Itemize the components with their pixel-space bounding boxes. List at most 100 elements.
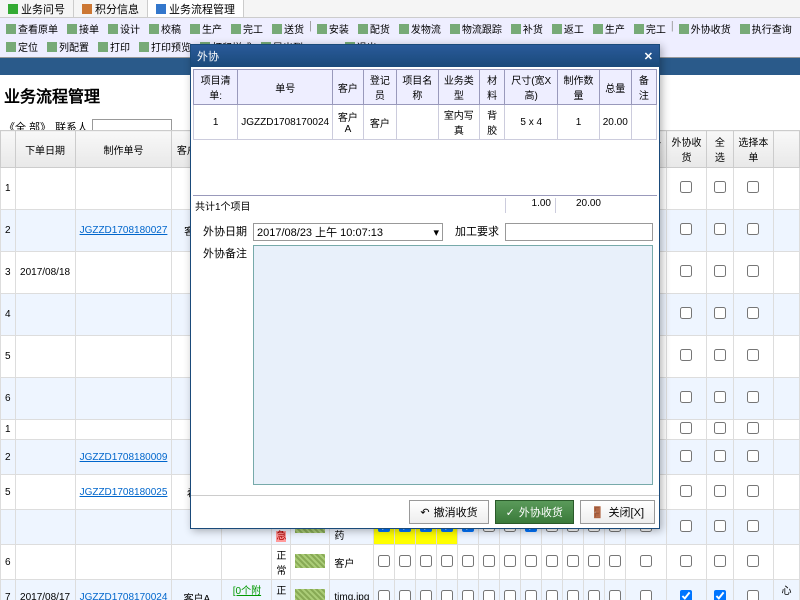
receive-chk[interactable]: [680, 555, 692, 567]
step-chk[interactable]: [609, 590, 621, 600]
step-chk[interactable]: [546, 590, 558, 600]
tb-7[interactable]: 安装: [313, 20, 353, 37]
select-row-chk[interactable]: [747, 391, 759, 403]
receive-chk[interactable]: [680, 307, 692, 319]
tb-0[interactable]: 查看原单: [2, 20, 62, 37]
tb-3[interactable]: 校稿: [145, 20, 185, 37]
receive-chk[interactable]: [680, 485, 692, 497]
select-row-chk[interactable]: [747, 223, 759, 235]
col-2[interactable]: 制作单号: [75, 131, 172, 168]
outsource-chk[interactable]: [640, 555, 652, 567]
step-chk[interactable]: [420, 555, 432, 567]
col-23[interactable]: 选择本单: [733, 131, 773, 168]
req-input[interactable]: [505, 223, 653, 241]
tb-9[interactable]: 发物流: [395, 20, 445, 37]
select-all-chk[interactable]: [714, 307, 726, 319]
step-chk[interactable]: [567, 590, 579, 600]
tb-1[interactable]: 接单: [63, 20, 103, 37]
step-chk[interactable]: [399, 555, 411, 567]
select-all-chk[interactable]: [714, 265, 726, 277]
select-all-chk[interactable]: [714, 391, 726, 403]
select-row-chk[interactable]: [747, 555, 759, 567]
step-chk[interactable]: [567, 555, 579, 567]
outsource-chk[interactable]: [640, 590, 652, 600]
date-combo[interactable]: 2017/08/23 上午 10:07:13 ▾: [253, 223, 443, 241]
receive-chk[interactable]: [680, 349, 692, 361]
tb-5[interactable]: 完工: [227, 20, 267, 37]
tb-15[interactable]: 外协收货: [675, 20, 735, 37]
select-all-chk[interactable]: [714, 349, 726, 361]
select-all-chk[interactable]: [714, 181, 726, 193]
btn-close[interactable]: 🚪关闭[X]: [580, 500, 655, 524]
select-row-chk[interactable]: [747, 265, 759, 277]
select-row-chk[interactable]: [747, 485, 759, 497]
order-link[interactable]: JGZZD1708180009: [80, 452, 168, 463]
tb-11[interactable]: 补货: [507, 20, 547, 37]
receive-chk[interactable]: [680, 590, 692, 600]
btn-cancel-receive[interactable]: ↶撤消收货: [409, 500, 488, 524]
select-all-chk[interactable]: [714, 223, 726, 235]
step-chk[interactable]: [420, 590, 432, 600]
step-chk[interactable]: [525, 590, 537, 600]
table-row[interactable]: 6正常客户: [1, 545, 800, 580]
tb-12[interactable]: 返工: [548, 20, 588, 37]
tab-workflow-mgmt[interactable]: 业务流程管理: [148, 0, 244, 17]
select-row-chk[interactable]: [747, 307, 759, 319]
col-1[interactable]: 下单日期: [15, 131, 75, 168]
select-all-chk[interactable]: [714, 450, 726, 462]
step-chk[interactable]: [483, 555, 495, 567]
tb-2[interactable]: 设计: [104, 20, 144, 37]
modal-titlebar[interactable]: 外协 ✕: [191, 45, 659, 67]
remark-textarea[interactable]: [253, 245, 653, 485]
table-row[interactable]: 72017/08/17JGZZD1708170024客户A[0个附件]正常tim…: [1, 580, 800, 600]
receive-chk[interactable]: [680, 223, 692, 235]
btn-confirm-receive[interactable]: ✓外协收货: [495, 500, 574, 524]
receive-chk[interactable]: [680, 520, 692, 532]
step-chk[interactable]: [483, 590, 495, 600]
tb-6[interactable]: 送货: [268, 20, 308, 37]
order-link[interactable]: JGZZD1708170024: [80, 592, 168, 600]
step-chk[interactable]: [588, 555, 600, 567]
tb-18[interactable]: 列配置: [43, 38, 93, 55]
step-chk[interactable]: [588, 590, 600, 600]
attachment-link[interactable]: [0个附件]: [233, 586, 261, 600]
select-all-chk[interactable]: [714, 520, 726, 532]
select-all-chk[interactable]: [714, 422, 726, 434]
tb-8[interactable]: 配货: [354, 20, 394, 37]
tb-20[interactable]: 打印预览: [135, 38, 195, 55]
select-all-chk[interactable]: [714, 555, 726, 567]
select-row-chk[interactable]: [747, 422, 759, 434]
step-chk[interactable]: [504, 555, 516, 567]
tb-4[interactable]: 生产: [186, 20, 226, 37]
select-row-chk[interactable]: [747, 450, 759, 462]
tb-16[interactable]: 执行查询: [736, 20, 796, 37]
tb-19[interactable]: 打印: [94, 38, 134, 55]
step-chk[interactable]: [504, 590, 516, 600]
step-chk[interactable]: [546, 555, 558, 567]
tb-17[interactable]: 定位: [2, 38, 42, 55]
tb-10[interactable]: 物流跟踪: [446, 20, 506, 37]
col-21[interactable]: 外协收货: [666, 131, 706, 168]
receive-chk[interactable]: [680, 265, 692, 277]
step-chk[interactable]: [441, 555, 453, 567]
step-chk[interactable]: [609, 555, 621, 567]
modal-close-x[interactable]: ✕: [644, 50, 653, 63]
tb-14[interactable]: 完工: [630, 20, 670, 37]
step-chk[interactable]: [462, 555, 474, 567]
step-chk[interactable]: [462, 590, 474, 600]
receive-chk[interactable]: [680, 391, 692, 403]
col-24[interactable]: [774, 131, 800, 168]
select-all-chk[interactable]: [714, 485, 726, 497]
order-link[interactable]: JGZZD1708180027: [80, 225, 168, 236]
receive-chk[interactable]: [680, 181, 692, 193]
select-row-chk[interactable]: [747, 520, 759, 532]
step-chk[interactable]: [441, 590, 453, 600]
col-0[interactable]: [1, 131, 16, 168]
step-chk[interactable]: [378, 590, 390, 600]
receive-chk[interactable]: [680, 450, 692, 462]
select-all-chk[interactable]: [714, 590, 726, 600]
order-link[interactable]: JGZZD1708180025: [80, 487, 168, 498]
select-row-chk[interactable]: [747, 349, 759, 361]
tab-points-info[interactable]: 积分信息: [74, 0, 148, 17]
step-chk[interactable]: [525, 555, 537, 567]
